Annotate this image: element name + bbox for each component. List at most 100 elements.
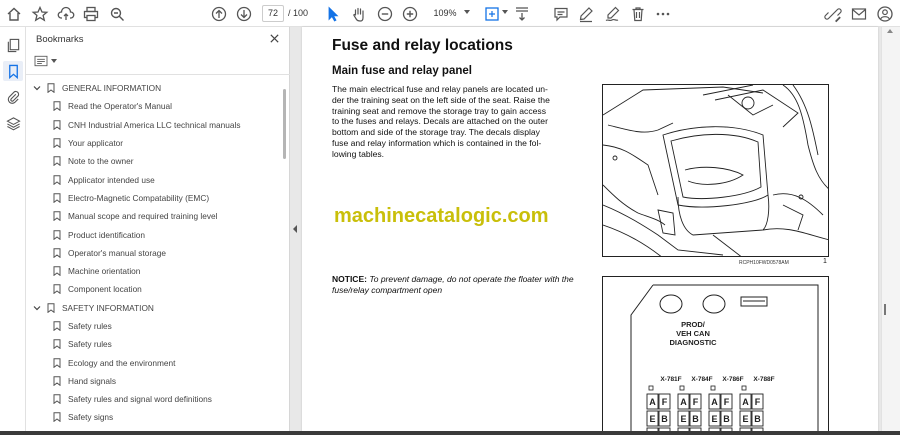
account-icon[interactable] (874, 3, 896, 25)
scroll-mode-icon[interactable] (511, 3, 533, 25)
main-toolbar: 72 / 100 109% (0, 0, 900, 27)
bookmark-icon (52, 394, 62, 405)
connector-label: X-786F (722, 376, 743, 383)
print-icon[interactable] (80, 3, 102, 25)
connector-pin (741, 385, 747, 391)
bookmark-label: Safety rules (68, 339, 112, 350)
page-down-icon[interactable] (233, 3, 255, 25)
bookmark-icon (52, 138, 62, 149)
fuse-slot-letter: B (754, 414, 761, 424)
notice-text: NOTICE: To prevent damage, do not operat… (332, 274, 587, 296)
fuse-slot-letter: E (742, 414, 748, 424)
fuse-slot-letter: A (649, 397, 656, 407)
bookmark-item[interactable]: CNH Industrial America LLC technical man… (26, 116, 282, 134)
diagnostic-label-line-1: PROD/ (681, 320, 706, 329)
diagnostic-label-line-2: VEH CAN (676, 329, 710, 338)
home-icon[interactable] (3, 3, 25, 25)
upload-icon[interactable] (55, 3, 77, 25)
bookmark-item[interactable]: Electro-Magnetic Compatability (EMC) (26, 189, 282, 207)
fit-dropdown-chevron-icon[interactable] (502, 10, 508, 14)
bookmarks-panel: Bookmarks GENERAL INFORMATION Read the O… (26, 27, 290, 435)
bookmark-label: Operator's manual storage (68, 247, 166, 258)
bookmark-item[interactable]: Safety rules and signal word definitions (26, 390, 282, 408)
highlight-pen-icon[interactable] (575, 3, 597, 25)
bookmark-item[interactable]: Machine orientation (26, 262, 282, 280)
delete-icon[interactable] (627, 3, 649, 25)
bookmark-label: SAFETY INFORMATION (62, 302, 154, 313)
close-icon[interactable] (266, 30, 282, 46)
bookmark-icon (52, 192, 62, 203)
fill-sign-icon[interactable] (601, 3, 623, 25)
fuse-slot-letter: A (680, 397, 687, 407)
page-thumbnails-icon[interactable] (3, 35, 23, 55)
bookmark-item[interactable]: Ecology and the environment (26, 353, 282, 371)
bookmark-item[interactable]: Safety signs (26, 408, 282, 426)
bookmark-label: Applicator intended use (68, 174, 155, 185)
paragraph-line: lowing tables. (332, 148, 385, 159)
zoom-in-icon[interactable] (399, 3, 421, 25)
scroll-up-icon[interactable] (887, 29, 893, 33)
chevron-down-icon[interactable] (32, 303, 42, 313)
more-icon[interactable] (652, 3, 674, 25)
zoom-dropdown-chevron-icon[interactable] (464, 10, 470, 14)
fuse-grid: AFEBCDAFEBCDAFEBCDAFEBCD (646, 385, 764, 435)
comment-icon[interactable] (550, 3, 572, 25)
bookmark-label: Electro-Magnetic Compatability (EMC) (68, 192, 210, 203)
figure-number: 1 (823, 258, 827, 265)
connector-label: X-781F (660, 376, 681, 383)
layers-icon[interactable] (3, 113, 23, 133)
bookmark-tree: GENERAL INFORMATION Read the Operator's … (26, 79, 282, 435)
bookmark-icon (52, 321, 62, 332)
bookmark-item[interactable]: Product identification (26, 225, 282, 243)
fit-page-icon[interactable] (481, 3, 503, 25)
bookmark-item[interactable]: Applicator intended use (26, 170, 282, 188)
figure-caption: RCPH10FWD0578AM (739, 260, 789, 266)
bookmark-star-icon[interactable] (29, 3, 51, 25)
collapse-left-panel-icon[interactable] (293, 225, 297, 233)
hand-pan-icon[interactable] (348, 3, 370, 25)
bookmark-label: Safety rules and signal word definitions (68, 394, 212, 405)
bookmark-item[interactable]: Safety rules (26, 317, 282, 335)
fuse-panel-drawing: PROD/ VEH CAN DIAGNOSTIC X-781F X-784F X… (630, 284, 819, 435)
navigation-rail (0, 27, 26, 435)
window-bottom-edge (0, 431, 900, 435)
notice-label: NOTICE: (332, 274, 367, 284)
bookmark-options-button[interactable] (34, 53, 60, 69)
bookmark-item[interactable]: Operator's manual storage (26, 244, 282, 262)
paragraph-line: training seat and remove the storage tra… (332, 105, 547, 116)
paragraph-line: der the training seat on the left side o… (332, 94, 550, 105)
select-cursor-icon[interactable] (322, 3, 344, 25)
fuse-slot-letter: E (711, 414, 717, 424)
zoom-level-select[interactable]: 109% (426, 5, 464, 22)
bookmark-label: Note to the owner (68, 156, 134, 167)
bookmark-label: Read the Operator's Manual (68, 101, 172, 112)
chevron-down-icon[interactable] (32, 83, 42, 93)
bookmark-item-safety-information[interactable]: SAFETY INFORMATION (26, 299, 282, 317)
bookmark-icon (52, 375, 62, 386)
current-page-input[interactable]: 72 (262, 5, 284, 22)
chevron-down-icon (51, 59, 57, 63)
bookmark-item[interactable]: Manual scope and required training level (26, 207, 282, 225)
zoom-search-icon[interactable] (106, 3, 128, 25)
section-heading: Main fuse and relay panel (332, 65, 472, 77)
bookmark-item-general-information[interactable]: GENERAL INFORMATION (26, 79, 282, 97)
bookmark-item[interactable]: Component location (26, 280, 282, 298)
fuse-slot-letter: B (692, 414, 699, 424)
bookmark-item[interactable]: Safety rules (26, 335, 282, 353)
bookmark-item[interactable]: Note to the owner (26, 152, 282, 170)
bookmark-label: Safety signs (68, 412, 114, 423)
bookmarks-scroll-thumb[interactable] (283, 89, 286, 159)
attachments-icon[interactable] (3, 87, 23, 107)
bookmarks-icon[interactable] (3, 61, 23, 81)
bookmark-item[interactable]: Hand signals (26, 372, 282, 390)
bookmark-item[interactable]: Your applicator (26, 134, 282, 152)
zoom-out-icon[interactable] (374, 3, 396, 25)
page-up-icon[interactable] (208, 3, 230, 25)
storage-tray-illustration (602, 84, 829, 257)
panel-divider (26, 74, 290, 75)
link-edit-icon[interactable] (822, 3, 844, 25)
document-scrollbar[interactable] (881, 27, 900, 435)
document-scroll-thumb[interactable] (884, 304, 886, 315)
email-icon[interactable] (848, 3, 870, 25)
bookmark-item[interactable]: Read the Operator's Manual (26, 97, 282, 115)
